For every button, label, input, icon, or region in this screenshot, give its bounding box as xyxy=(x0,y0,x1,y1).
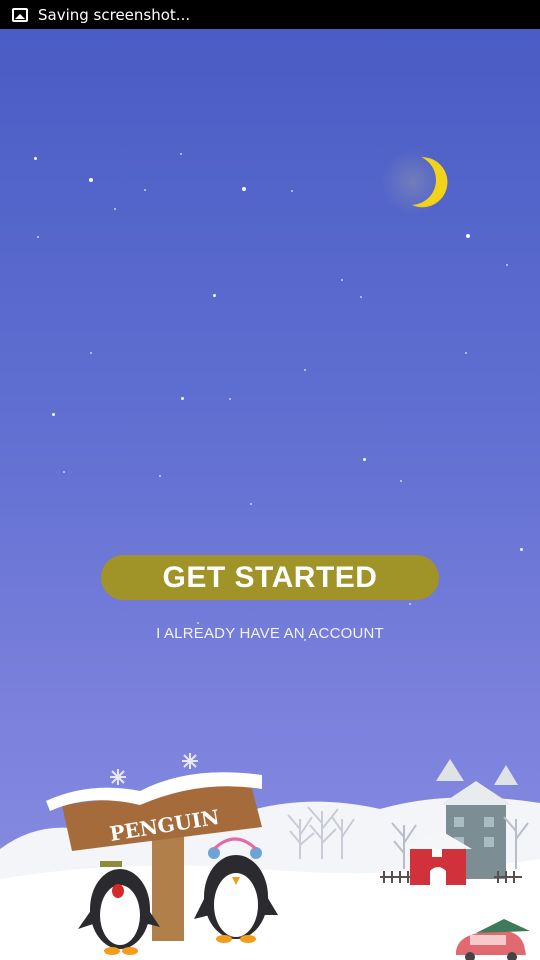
star xyxy=(229,398,231,400)
star xyxy=(63,471,65,473)
star xyxy=(114,208,116,210)
get-started-button[interactable]: GET STARTED xyxy=(101,555,439,600)
star xyxy=(181,397,184,400)
star xyxy=(466,234,470,238)
star xyxy=(144,189,146,191)
star xyxy=(89,178,93,182)
star xyxy=(409,603,411,605)
star xyxy=(304,369,306,371)
star xyxy=(250,503,252,505)
star xyxy=(520,548,523,551)
status-bar: Saving screenshot... xyxy=(0,0,540,29)
onboarding-screen: GET STARTED I ALREADY HAVE AN ACCOUNT PE… xyxy=(0,29,540,960)
star xyxy=(400,480,402,482)
star xyxy=(159,475,161,477)
star xyxy=(197,622,199,624)
star xyxy=(465,352,467,354)
star xyxy=(506,264,508,266)
star xyxy=(242,187,246,191)
star xyxy=(37,236,39,238)
star xyxy=(341,279,343,281)
star xyxy=(90,352,92,354)
star xyxy=(180,153,182,155)
star xyxy=(291,190,293,192)
star xyxy=(213,294,216,297)
star xyxy=(52,413,55,416)
image-icon xyxy=(12,7,28,22)
star xyxy=(360,296,362,298)
star xyxy=(34,157,37,160)
have-account-link[interactable]: I ALREADY HAVE AN ACCOUNT xyxy=(0,625,540,642)
winter-scene-illustration: PENGUIN xyxy=(0,753,540,960)
star xyxy=(363,458,366,461)
status-notification: Saving screenshot... xyxy=(38,5,191,24)
